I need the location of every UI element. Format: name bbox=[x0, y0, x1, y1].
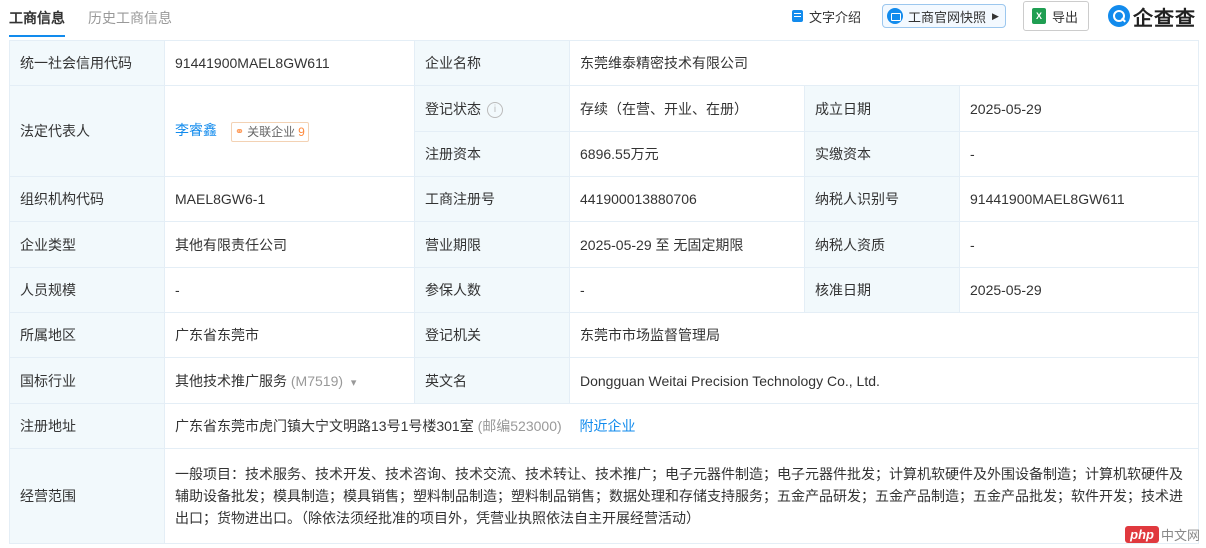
snapshot-label: 工商官网快照 bbox=[908, 9, 987, 25]
business-scope-label: 经营范围 bbox=[9, 448, 165, 544]
legal-rep-cell: 李睿鑫 ⚭ 关联企业 9 bbox=[164, 85, 415, 177]
table-row: 经营范围 一般项目：技术服务、技术开发、技术咨询、技术交流、技术转让、技术推广；… bbox=[9, 448, 1199, 544]
approval-date-value: 2025-05-29 bbox=[959, 267, 1199, 313]
paid-capital-value: - bbox=[959, 131, 1199, 177]
reg-no-value: 441900013880706 bbox=[569, 176, 805, 222]
reg-address-value: 广东省东莞市虎门镇大宁文明路13号1号楼301室 bbox=[175, 418, 474, 434]
info-icon[interactable]: i bbox=[487, 101, 503, 118]
reg-authority-label: 登记机关 bbox=[414, 312, 570, 358]
industry-code: (M7519) bbox=[290, 372, 344, 389]
company-name-value: 东莞维泰精密技术有限公司 bbox=[569, 40, 1199, 86]
reg-address-label: 注册地址 bbox=[9, 403, 165, 449]
document-icon bbox=[792, 10, 803, 22]
company-type-label: 企业类型 bbox=[9, 221, 165, 268]
network-icon: ⚭ bbox=[234, 126, 245, 139]
text-intro-button[interactable]: 文字介绍 bbox=[792, 4, 861, 28]
reg-status-label: 登记状态 i bbox=[414, 85, 570, 132]
postcode: (邮编523000) bbox=[477, 418, 562, 434]
logo-search-icon bbox=[1108, 5, 1130, 27]
tab-business-info[interactable]: 工商信息 bbox=[9, 8, 65, 37]
taxpayer-qual-label: 纳税人资质 bbox=[804, 221, 960, 268]
industry-label: 国标行业 bbox=[9, 357, 165, 404]
org-code-label: 组织机构代码 bbox=[9, 176, 165, 222]
table-row: 企业类型 其他有限责任公司 营业期限 2025-05-29 至 无固定期限 纳税… bbox=[9, 221, 1199, 268]
excel-icon: X bbox=[1032, 8, 1046, 24]
related-count: 9 bbox=[298, 124, 305, 139]
top-bar: 工商信息 历史工商信息 文字介绍 工商官网快照 ▶ X 导出 企查查 bbox=[0, 0, 1206, 37]
qichacha-logo: 企查查 bbox=[1108, 3, 1196, 30]
legal-rep-name-link[interactable]: 李睿鑫 bbox=[175, 122, 217, 138]
text-intro-label: 文字介绍 bbox=[809, 9, 862, 25]
english-name-label: 英文名 bbox=[414, 357, 570, 404]
table-row: 所属地区 广东省东莞市 登记机关 东莞市市场监督管理局 bbox=[9, 312, 1199, 358]
business-scope-value: 一般项目：技术服务、技术开发、技术咨询、技术交流、技术转让、技术推广；电子元器件… bbox=[164, 448, 1199, 544]
table-row: 法定代表人 李睿鑫 ⚭ 关联企业 9 登记状态 i 存续（在营、开业、在册） 成立… bbox=[9, 85, 1199, 177]
taxpayer-id-label: 纳税人识别号 bbox=[804, 176, 960, 222]
staff-size-label: 人员规模 bbox=[9, 267, 165, 313]
related-label: 关联企业 bbox=[247, 125, 296, 140]
business-term-value: 2025-05-29 至 无固定期限 bbox=[569, 221, 805, 268]
reg-capital-value: 6896.55万元 bbox=[569, 131, 805, 177]
reg-no-label: 工商注册号 bbox=[414, 176, 570, 222]
est-date-label: 成立日期 bbox=[804, 85, 960, 132]
table-row: 组织机构代码 MAEL8GW6-1 工商注册号 441900013880706 … bbox=[9, 176, 1199, 222]
reg-address-cell: 广东省东莞市虎门镇大宁文明路13号1号楼301室 (邮编523000) 附近企业 bbox=[164, 403, 1199, 449]
export-button[interactable]: X 导出 bbox=[1023, 1, 1090, 31]
related-companies-badge[interactable]: ⚭ 关联企业 9 bbox=[230, 121, 309, 142]
industry-value: 其他技术推广服务 bbox=[175, 372, 287, 389]
reg-status-label-text: 登记状态 bbox=[425, 100, 481, 117]
reg-authority-value: 东莞市市场监督管理局 bbox=[569, 312, 1199, 358]
reg-status-value: 存续（在营、开业、在册） bbox=[569, 85, 805, 132]
nearby-companies-link[interactable]: 附近企业 bbox=[580, 418, 636, 434]
est-date-value: 2025-05-29 bbox=[959, 85, 1199, 132]
approval-date-label: 核准日期 bbox=[804, 267, 960, 313]
region-label: 所属地区 bbox=[9, 312, 165, 358]
credit-code-value: 91441900MAEL8GW611 bbox=[164, 40, 415, 86]
org-code-value: MAEL8GW6-1 bbox=[164, 176, 415, 222]
table-row: 人员规模 - 参保人数 - 核准日期 2025-05-29 bbox=[9, 267, 1199, 313]
reg-capital-label: 注册资本 bbox=[414, 131, 570, 177]
snapshot-icon bbox=[887, 8, 903, 24]
insured-value: - bbox=[569, 267, 805, 313]
staff-size-value: - bbox=[164, 267, 415, 313]
company-type-value: 其他有限责任公司 bbox=[164, 221, 415, 268]
credit-code-label: 统一社会信用代码 bbox=[9, 40, 165, 86]
chevron-down-icon[interactable]: ▾ bbox=[351, 377, 357, 389]
php-cn-watermark: php 中文网 bbox=[1125, 525, 1200, 544]
insured-label: 参保人数 bbox=[414, 267, 570, 313]
table-row: 国标行业 其他技术推广服务 (M7519) ▾ 英文名 Dongguan Wei… bbox=[9, 357, 1199, 404]
english-name-value: Dongguan Weitai Precision Technology Co.… bbox=[569, 357, 1199, 404]
paid-capital-label: 实缴资本 bbox=[804, 131, 960, 177]
legal-rep-label: 法定代表人 bbox=[9, 85, 165, 177]
business-info-table: 统一社会信用代码 91441900MAEL8GW611 企业名称 东莞维泰精密技… bbox=[9, 40, 1199, 544]
taxpayer-id-value: 91441900MAEL8GW611 bbox=[959, 176, 1199, 222]
business-term-label: 营业期限 bbox=[414, 221, 570, 268]
industry-cell[interactable]: 其他技术推广服务 (M7519) ▾ bbox=[164, 357, 415, 404]
table-row: 统一社会信用代码 91441900MAEL8GW611 企业名称 东莞维泰精密技… bbox=[9, 40, 1199, 86]
taxpayer-qual-value: - bbox=[959, 221, 1199, 268]
export-label: 导出 bbox=[1052, 9, 1079, 25]
logo-text: 企查查 bbox=[1133, 7, 1196, 30]
official-snapshot-button[interactable]: 工商官网快照 ▶ bbox=[882, 4, 1006, 28]
tab-history-business-info[interactable]: 历史工商信息 bbox=[88, 8, 172, 28]
table-row: 注册地址 广东省东莞市虎门镇大宁文明路13号1号楼301室 (邮编523000)… bbox=[9, 403, 1199, 449]
watermark-brand: php bbox=[1125, 526, 1159, 543]
play-arrow-icon: ▶ bbox=[992, 10, 999, 21]
company-name-label: 企业名称 bbox=[414, 40, 570, 86]
region-value: 广东省东莞市 bbox=[164, 312, 415, 358]
watermark-suffix: 中文网 bbox=[1160, 528, 1200, 543]
